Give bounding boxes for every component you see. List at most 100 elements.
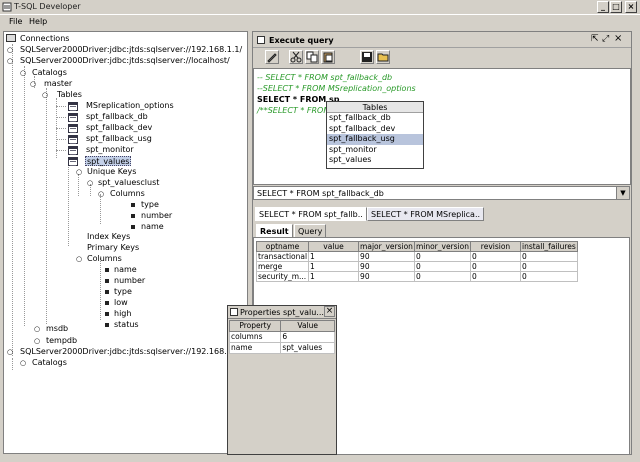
restore-icon[interactable]: ⤢ bbox=[602, 34, 609, 44]
tree-msdb[interactable]: msdb bbox=[46, 324, 68, 334]
tree-tempdb[interactable]: tempdb bbox=[46, 336, 77, 346]
toggle-icon[interactable]: ○ bbox=[30, 79, 36, 89]
tab-result[interactable]: Result bbox=[256, 224, 293, 238]
grid-header[interactable]: install_failures bbox=[519, 241, 578, 252]
autocomplete-item[interactable]: spt_fallback_db bbox=[327, 113, 423, 124]
cut-button[interactable] bbox=[289, 50, 303, 64]
autocomplete-item[interactable]: spt_fallback_dev bbox=[327, 124, 423, 135]
tree-column[interactable]: high bbox=[114, 309, 131, 319]
tree-table-msreplication-options[interactable]: MSreplication_options bbox=[86, 101, 174, 111]
grid-cell[interactable]: 0 bbox=[519, 251, 578, 262]
grid-cell[interactable]: 1 bbox=[308, 271, 360, 282]
grid-cell[interactable]: security_m... bbox=[255, 271, 310, 282]
table-row[interactable]: merge 1 90 0 0 0 bbox=[255, 261, 578, 272]
tree-server-3[interactable]: SQLServer2000Driver:jdbc:jtds:sqlserver:… bbox=[20, 347, 242, 357]
close-icon[interactable]: × bbox=[324, 306, 335, 317]
toggle-icon[interactable]: ○ bbox=[7, 347, 13, 357]
tree-clust-column[interactable]: name bbox=[141, 222, 164, 232]
grid-cell[interactable]: 0 bbox=[519, 261, 578, 272]
tree-clust-column[interactable]: type bbox=[141, 200, 159, 210]
open-button[interactable] bbox=[376, 50, 390, 64]
grid-header[interactable]: value bbox=[308, 241, 360, 252]
tree-catalogs[interactable]: Catalogs bbox=[32, 68, 67, 78]
toggle-icon[interactable]: ○ bbox=[98, 189, 104, 199]
tree-table-spt-fallback-dev[interactable]: spt_fallback_dev bbox=[86, 123, 152, 133]
tab-query[interactable]: Query bbox=[294, 224, 327, 238]
tree-spt-valuesclust[interactable]: spt_valuesclust bbox=[98, 178, 159, 188]
tab-result-1[interactable]: SELECT * FROM spt_fallb.. bbox=[255, 207, 367, 221]
close-icon[interactable]: × bbox=[614, 33, 622, 44]
tree-column[interactable]: low bbox=[114, 298, 128, 308]
result-grid[interactable]: optname value major_version minor_versio… bbox=[255, 241, 578, 282]
tree-index-keys[interactable]: Index Keys bbox=[87, 232, 130, 242]
tree-column[interactable]: status bbox=[114, 320, 139, 330]
toggle-icon[interactable]: ○ bbox=[76, 254, 82, 264]
grid-cell[interactable]: 0 bbox=[469, 251, 521, 262]
toggle-icon[interactable]: ○ bbox=[20, 68, 26, 78]
toggle-icon[interactable]: ○ bbox=[20, 358, 26, 368]
grid-header[interactable]: minor_version bbox=[413, 241, 471, 252]
tree-master[interactable]: master bbox=[44, 79, 72, 89]
close-button[interactable]: × bbox=[625, 1, 637, 13]
save-button[interactable] bbox=[360, 50, 374, 64]
tree-connections[interactable]: Connections bbox=[20, 34, 69, 44]
toggle-icon[interactable]: ○ bbox=[34, 336, 40, 346]
grid-cell[interactable]: 0 bbox=[413, 271, 471, 282]
tree-table-spt-values[interactable]: spt_values bbox=[85, 156, 132, 166]
table-row[interactable]: security_m... 1 90 0 0 0 bbox=[255, 271, 578, 282]
undock-icon[interactable]: ⇱ bbox=[591, 34, 599, 44]
tree-table-spt-fallback-usg[interactable]: spt_fallback_usg bbox=[86, 134, 152, 144]
tree-table-spt-fallback-db[interactable]: spt_fallback_db bbox=[86, 112, 148, 122]
tree-column[interactable]: number bbox=[114, 276, 145, 286]
grid-cell[interactable]: transactional bbox=[255, 251, 310, 262]
props-cell[interactable]: spt_values bbox=[280, 342, 335, 354]
grid-cell[interactable]: 0 bbox=[469, 271, 521, 282]
chevron-down-icon[interactable]: ▼ bbox=[616, 187, 629, 199]
props-cell[interactable]: 6 bbox=[280, 331, 335, 343]
tab-result-2[interactable]: SELECT * FROM MSreplica.. bbox=[367, 207, 485, 221]
tree-primary-keys[interactable]: Primary Keys bbox=[87, 243, 139, 253]
menu-help[interactable]: Help bbox=[29, 17, 47, 26]
toggle-icon[interactable]: ○ bbox=[34, 324, 40, 334]
grid-header[interactable]: optname bbox=[255, 241, 310, 252]
autocomplete-item[interactable]: spt_monitor bbox=[327, 145, 423, 156]
table-row[interactable]: columns 6 bbox=[228, 331, 335, 343]
autocomplete-item[interactable]: spt_values bbox=[327, 155, 423, 166]
toggle-icon[interactable]: ○ bbox=[76, 167, 82, 177]
grid-cell[interactable]: 0 bbox=[413, 261, 471, 272]
grid-header[interactable]: major_version bbox=[358, 241, 415, 252]
toggle-icon[interactable]: ○ bbox=[42, 90, 48, 100]
grid-cell[interactable]: 90 bbox=[358, 251, 415, 262]
tree-tables[interactable]: Tables bbox=[57, 90, 82, 100]
sql-editor[interactable]: -- SELECT * FROM spt_fallback_db --SELEC… bbox=[253, 68, 631, 185]
query-history-select[interactable]: SELECT * FROM spt_fallback_db ▼ bbox=[253, 186, 630, 200]
grid-cell[interactable]: 1 bbox=[308, 261, 360, 272]
toggle-icon[interactable]: ○ bbox=[7, 45, 13, 55]
tree-column[interactable]: type bbox=[114, 287, 132, 297]
toggle-icon[interactable]: ○ bbox=[7, 56, 13, 66]
tree-clust-column[interactable]: number bbox=[141, 211, 172, 221]
copy-button[interactable] bbox=[305, 50, 319, 64]
autocomplete-item-selected[interactable]: spt_fallback_usg bbox=[327, 134, 423, 145]
tree-table-spt-monitor[interactable]: spt_monitor bbox=[86, 145, 134, 155]
table-row[interactable]: name spt_values bbox=[228, 342, 335, 354]
toggle-icon[interactable]: ○ bbox=[87, 178, 93, 188]
grid-cell[interactable]: 0 bbox=[519, 271, 578, 282]
grid-cell[interactable]: 1 bbox=[308, 251, 360, 262]
menu-file[interactable]: File bbox=[9, 17, 22, 26]
grid-cell[interactable]: merge bbox=[255, 261, 310, 272]
minimize-button[interactable]: _ bbox=[597, 1, 609, 13]
grid-cell[interactable]: 0 bbox=[413, 251, 471, 262]
execute-button[interactable] bbox=[265, 50, 279, 64]
maximize-button[interactable]: □ bbox=[610, 1, 622, 13]
tree-unique-keys[interactable]: Unique Keys bbox=[87, 167, 136, 177]
grid-cell[interactable]: 90 bbox=[358, 271, 415, 282]
paste-button[interactable] bbox=[321, 50, 335, 64]
tree-column[interactable]: name bbox=[114, 265, 137, 275]
table-row[interactable]: transactional 1 90 0 0 0 bbox=[255, 251, 578, 262]
grid-cell[interactable]: 90 bbox=[358, 261, 415, 272]
grid-header[interactable]: revision bbox=[469, 241, 521, 252]
tree-columns[interactable]: Columns bbox=[110, 189, 145, 199]
tree-server-1[interactable]: SQLServer2000Driver:jdbc:jtds:sqlserver:… bbox=[20, 45, 242, 55]
connections-tree[interactable]: Connections ○ SQLServer2000Driver:jdbc:j… bbox=[3, 31, 248, 454]
